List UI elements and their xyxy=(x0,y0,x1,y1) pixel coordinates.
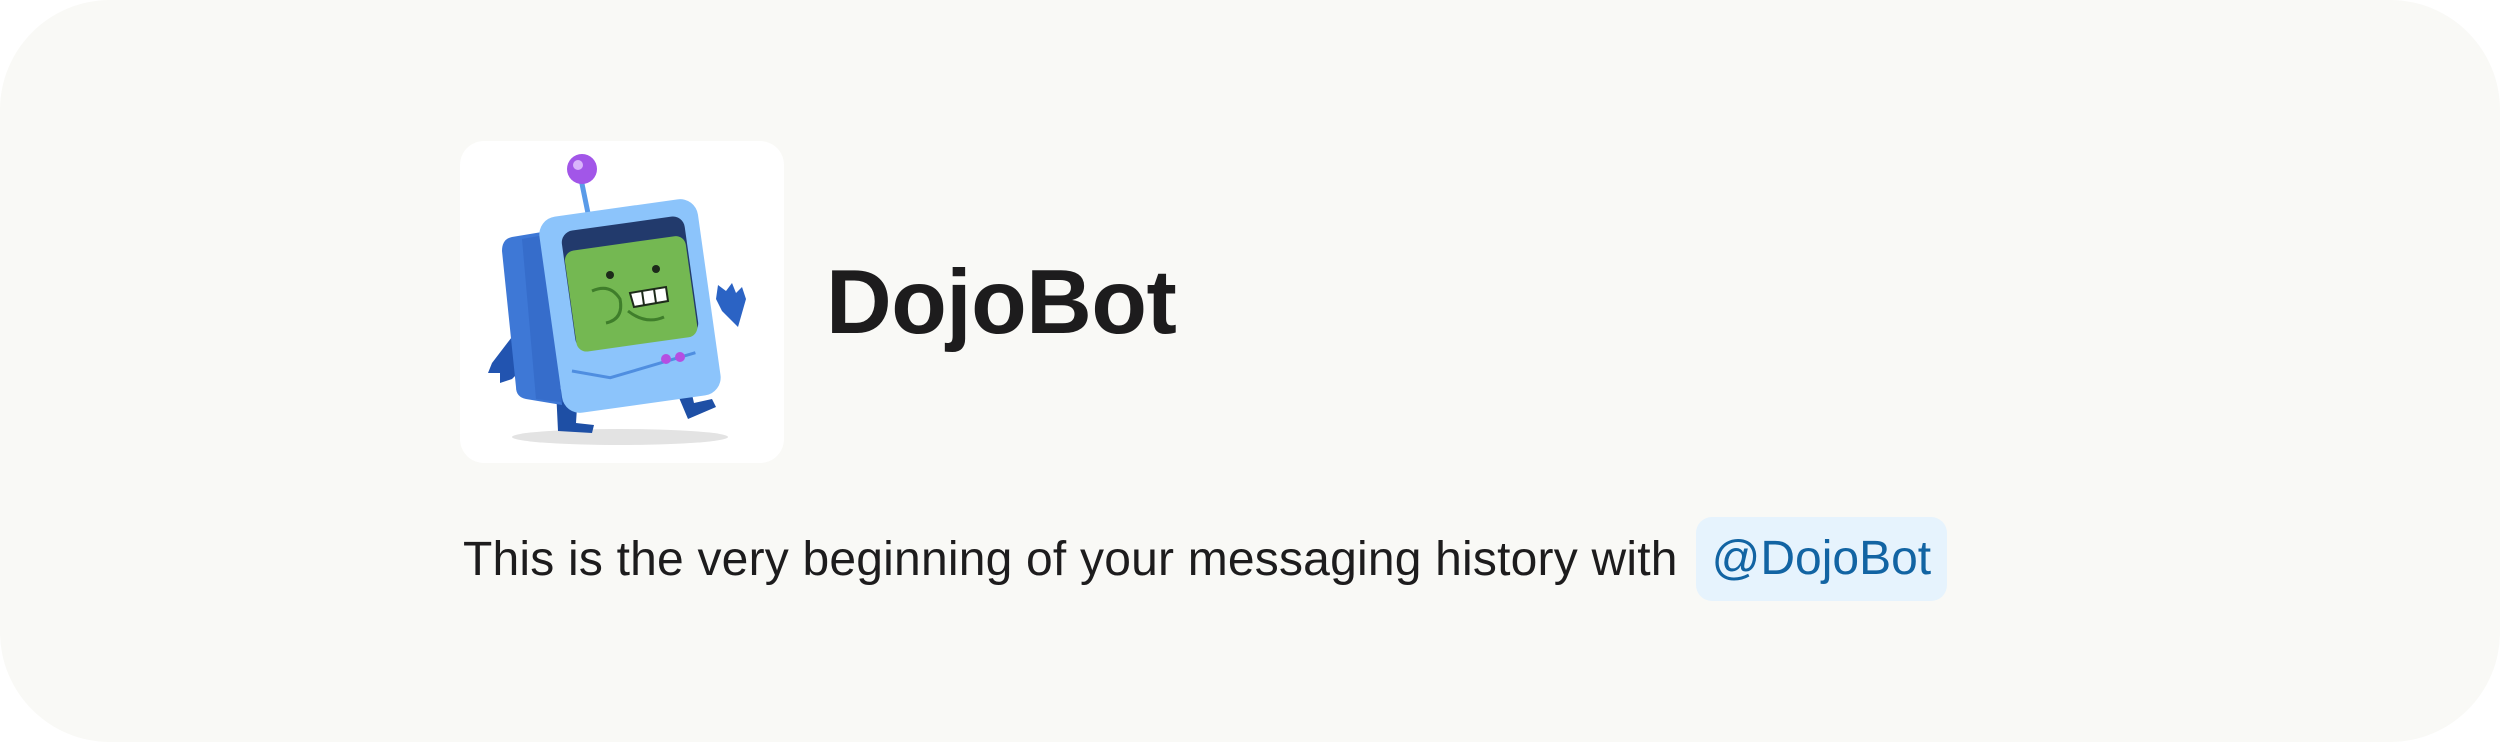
bot-name-title: DojoBot xyxy=(826,252,1177,353)
robot-mascot-icon xyxy=(488,154,746,445)
intro-text: This is the very beginning of your messa… xyxy=(463,532,1678,586)
dm-intro-card: DojoBot This is the very beginning of yo… xyxy=(0,0,2500,742)
bot-avatar[interactable] xyxy=(460,141,784,463)
bot-mention-link[interactable]: @DojoBot xyxy=(1695,517,1948,601)
conversation-start-message: This is the very beginning of your messa… xyxy=(463,516,1948,602)
